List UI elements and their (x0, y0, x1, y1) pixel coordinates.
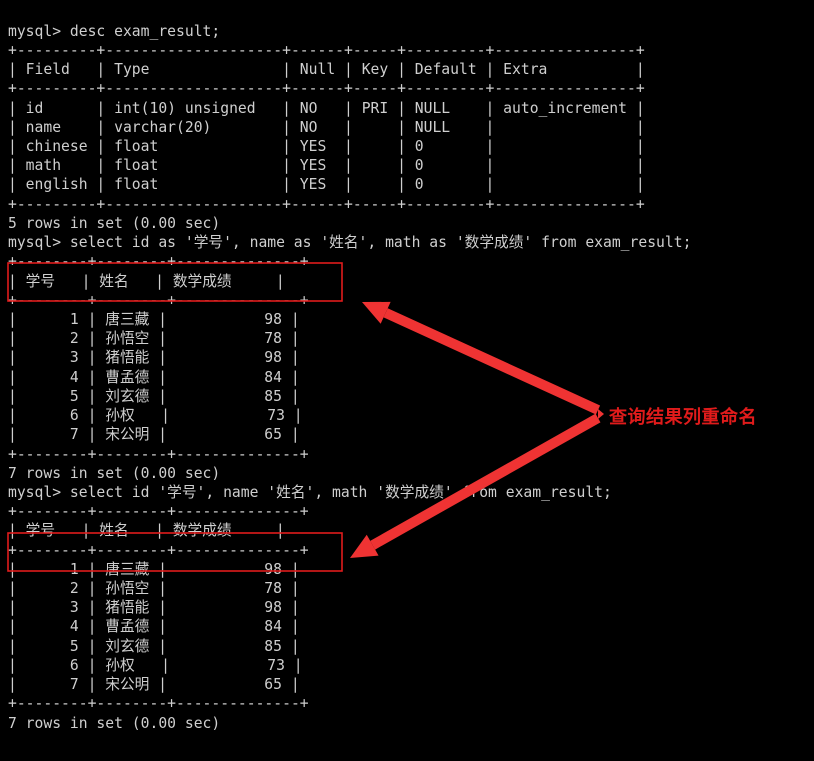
command-line: mysql> desc exam_result; (8, 22, 221, 40)
table-row: | 4 | 曹孟德 | 84 | (8, 368, 300, 386)
table-separator-mid: +---------+--------------------+------+-… (8, 80, 645, 98)
annotation-label: 查询结果列重命名 (609, 407, 757, 428)
table-separator-bottom: +--------+--------+--------------+ (8, 445, 309, 463)
table-separator-bottom: +--------+--------+--------------+ (8, 695, 309, 713)
table-row: | math | float | YES | | 0 | | (8, 157, 645, 175)
table-row: | 1 | 唐三藏 | 98 | (8, 560, 300, 578)
table-row: | 3 | 猪悟能 | 98 | (8, 349, 300, 367)
table-row: | 6 | 孙权 | 73 | (8, 656, 303, 674)
table-row: | chinese | float | YES | | 0 | | (8, 138, 645, 155)
status-line: 7 rows in set (0.00 sec) (8, 464, 221, 482)
table-row: | 7 | 宋公明 | 65 | (8, 676, 300, 694)
table-header-row: | Field | Type | Null | Key | Default | … (8, 61, 645, 79)
table-row: | id | int(10) unsigned | NO | PRI | NUL… (8, 99, 645, 117)
table-row: | 2 | 孙悟空 | 78 | (8, 330, 300, 348)
table-row: | name | varchar(20) | NO | | NULL | | (8, 118, 645, 136)
status-line: 5 rows in set (0.00 sec) (8, 214, 221, 232)
table-header-row: | 学号 | 姓名 | 数学成绩 | (8, 522, 285, 540)
table-header-row: | 学号 | 姓名 | 数学成绩 | (8, 272, 285, 290)
table-row: | 3 | 猪悟能 | 98 | (8, 599, 300, 617)
table-row: | 2 | 孙悟空 | 78 | (8, 580, 300, 598)
command-line: mysql> select id as '学号', name as '姓名', … (8, 234, 692, 252)
table-separator-bottom: +---------+--------------------+------+-… (8, 195, 645, 213)
terminal-output[interactable]: mysql> desc exam_result; +---------+-----… (0, 15, 814, 761)
table-row: | 5 | 刘玄德 | 85 | (8, 637, 300, 655)
table-row: | 4 | 曹孟德 | 84 | (8, 618, 300, 636)
table-separator-top: +---------+--------------------+------+-… (8, 41, 645, 59)
table-row: | english | float | YES | | 0 | | (8, 176, 645, 194)
table-separator-top: +--------+--------+--------------+ (8, 253, 309, 271)
terminal-screenshot: mysql> desc exam_result; +---------+-----… (0, 0, 814, 761)
table-row: | 1 | 唐三藏 | 98 | (8, 310, 300, 328)
table-separator-mid: +--------+--------+--------------+ (8, 541, 309, 559)
status-line: 7 rows in set (0.00 sec) (8, 714, 221, 732)
command-line: mysql> select id '学号', name '姓名', math '… (8, 483, 612, 501)
table-separator-mid: +--------+--------+--------------+ (8, 291, 309, 309)
table-separator-top: +--------+--------+--------------+ (8, 503, 309, 521)
